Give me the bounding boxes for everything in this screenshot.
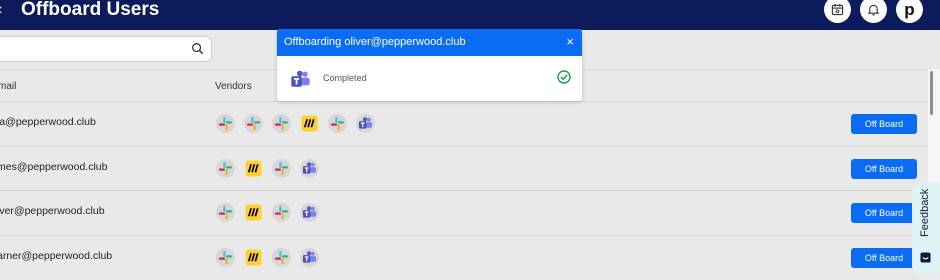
teams-icon [290,69,311,95]
off-board-button[interactable]: Off Board [851,247,917,268]
close-icon[interactable]: × [566,34,574,49]
teams-icon [356,114,375,133]
vendor-icons [216,247,319,267]
app-header: ‹ Offboard Users p [0,0,940,30]
table-row: lver@pepperwood.club Off Board [0,190,928,235]
status-text: Completed [323,73,367,83]
off-board-button[interactable]: Off Board [851,203,917,223]
vendor-icons [216,158,319,178]
search-icon[interactable] [191,42,204,60]
check-circle-icon [557,70,571,89]
slack-icon [244,114,263,133]
calendar-button[interactable] [824,0,851,23]
column-header-vendors: Vendors [215,81,252,92]
off-board-button[interactable]: Off Board [851,114,917,134]
teams-icon [300,203,319,222]
teams-icon [300,158,319,178]
vendor-icons [216,114,375,133]
dialog-header: Offboarding oliver@pepperwood.club × [277,29,582,56]
miro-icon [244,203,263,222]
slack-icon [272,247,291,267]
slack-icon [328,114,347,133]
table-row: arner@pepperwood.club Off Board [0,234,928,280]
feedback-label: Feedback [919,188,931,237]
miro-icon [244,248,263,267]
miro-icon [244,159,263,178]
page-title: Offboard Users [21,0,160,20]
search-input[interactable] [0,36,212,62]
slack-icon [272,114,291,133]
off-board-button[interactable]: Off Board [851,158,917,179]
feedback-tab[interactable]: Feedback [912,182,940,274]
slack-icon [216,158,235,178]
slack-icon [272,203,291,222]
dialog-title: Offboarding oliver@pepperwood.club [284,36,466,48]
teams-icon [300,247,319,267]
miro-icon [300,114,319,133]
dialog-body: Completed [277,56,582,101]
offboarding-dialog: Offboarding oliver@pepperwood.club × Com… [277,29,582,101]
user-email: ia@pepperwood.club [0,116,96,128]
notifications-button[interactable] [860,0,887,23]
scrollbar-thumb[interactable] [930,71,933,115]
avatar[interactable]: p [896,0,923,23]
vendor-icons [216,203,319,222]
table-row: mes@pepperwood.club Off Board [0,145,928,191]
user-email: lver@pepperwood.club [0,205,105,217]
back-icon[interactable]: ‹ [0,1,2,19]
slack-icon [272,158,291,178]
feedback-icon [920,250,931,268]
slack-icon [216,114,235,133]
table-row: ia@pepperwood.club Off Board [0,101,928,146]
slack-icon [216,247,235,267]
column-header-email: mail [0,81,17,92]
calendar-icon [831,3,844,16]
user-email: mes@pepperwood.club [0,160,108,173]
user-email: arner@pepperwood.club [0,249,113,262]
bell-icon [867,4,880,16]
slack-icon [216,203,235,222]
